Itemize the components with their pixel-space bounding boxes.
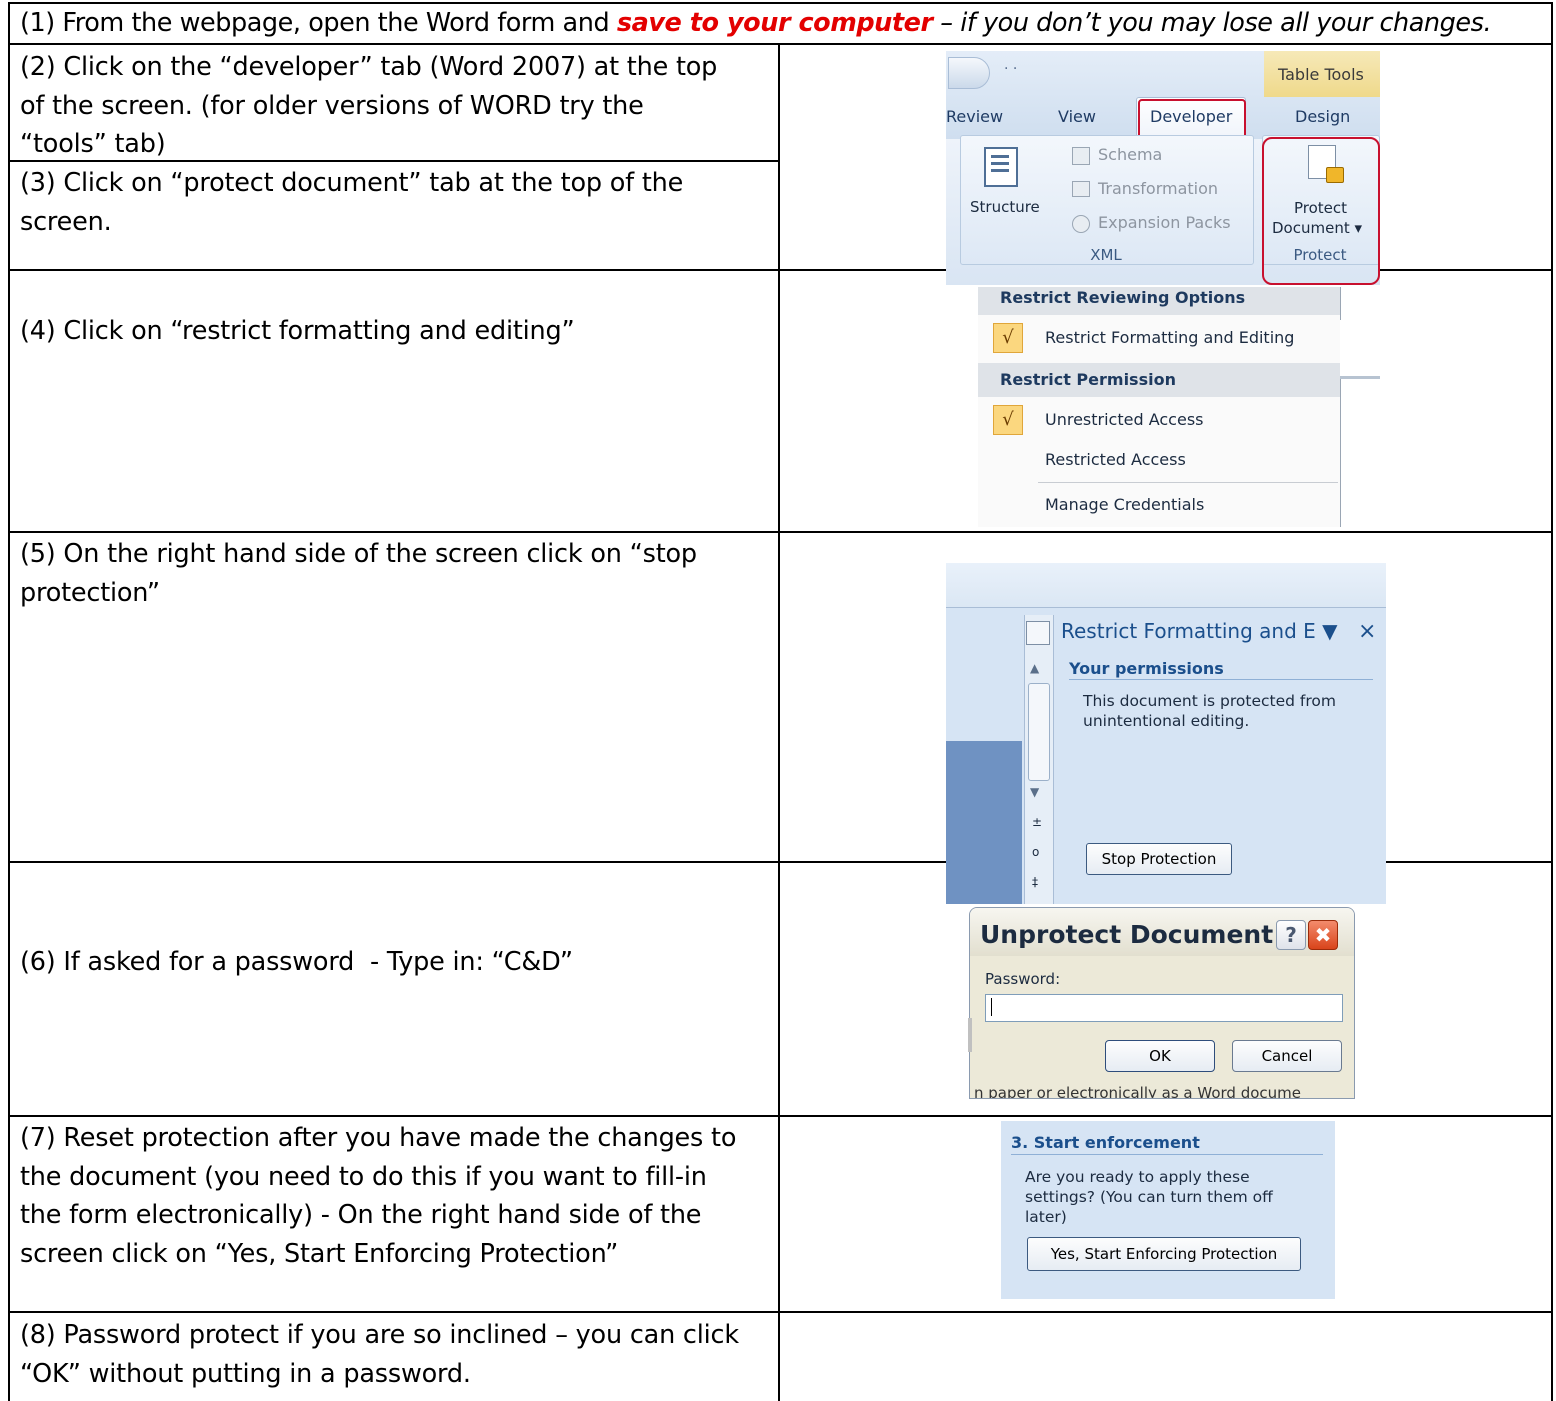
permissions-underline: [1069, 679, 1373, 680]
step-2-line: (2) Click on the “developer” tab (Word 2…: [20, 52, 718, 82]
scroll-up-arrow-icon[interactable]: ▲: [1030, 661, 1039, 675]
background-document-text: n paper or electronically as a Word docu…: [974, 1084, 1301, 1099]
table-tools-label: Table Tools: [1278, 65, 1364, 84]
stop-protection-button[interactable]: Stop Protection: [1086, 843, 1232, 875]
transformation-item[interactable]: Transformation: [1098, 179, 1218, 198]
your-permissions-heading: Your permissions: [1069, 659, 1224, 678]
document-area: [946, 741, 1022, 904]
task-pane-title: Restrict Formatting and E ▼: [1061, 619, 1338, 643]
manage-credentials-item[interactable]: Manage Credentials: [1045, 495, 1204, 514]
schema-item[interactable]: Schema: [1098, 145, 1162, 164]
transformation-icon: [1072, 181, 1090, 197]
unprotect-dialog-screenshot: Unprotect Document ? ✖ Password: OK Canc…: [969, 907, 1355, 1099]
structure-icon-lines: [991, 155, 1009, 175]
start-enforcement-heading: 3. Start enforcement: [1011, 1133, 1200, 1152]
protect-document-highlight: [1262, 137, 1380, 285]
step-7-line: (7) Reset protection after you have made…: [20, 1123, 737, 1153]
step-3-line: screen.: [20, 206, 112, 237]
enforcement-text-line: settings? (You can turn them off: [1025, 1188, 1273, 1206]
checkmark-icon: √: [993, 405, 1023, 435]
step-4-line: (4) Click on “restrict formatting and ed…: [20, 316, 575, 346]
enforcement-text-line: Are you ready to apply these: [1025, 1168, 1250, 1186]
start-enforcement-screenshot: 3. Start enforcement Are you ready to ap…: [1001, 1121, 1335, 1299]
step-6-text: (6) If asked for a password - Type in: “…: [20, 866, 573, 1020]
expansion-packs-icon: [1072, 215, 1090, 233]
restrict-formatting-item[interactable]: Restrict Formatting and Editing: [1045, 328, 1294, 347]
scroll-down-arrow-icon[interactable]: ▼: [1030, 785, 1039, 799]
step-2-line: “tools” tab): [20, 129, 166, 159]
dialog-shadow-mark: [968, 1018, 972, 1052]
quick-access-icon: [948, 57, 990, 89]
step-7-line: the document (you need to do this if you…: [20, 1161, 707, 1192]
table-column-divider: [778, 43, 780, 1401]
enforcement-underline: [1011, 1154, 1323, 1155]
step-1-prefix: (1) From the webpage, open the Word form…: [20, 8, 617, 38]
step-5-text: (5) On the right hand side of the screen…: [20, 535, 697, 612]
select-browse-object-icon[interactable]: o: [1032, 845, 1039, 859]
step-2-text: (2) Click on the “developer” tab (Word 2…: [20, 48, 717, 164]
unrestricted-access-item[interactable]: Unrestricted Access: [1045, 410, 1203, 429]
pane-toggle-icon[interactable]: [1026, 621, 1050, 645]
tab-view[interactable]: View: [1058, 107, 1096, 126]
permissions-text-line: This document is protected from: [1083, 692, 1336, 710]
restricted-access-item[interactable]: Restricted Access: [1045, 450, 1186, 469]
menu-separator: [1038, 482, 1338, 483]
scrollbar-thumb[interactable]: [1028, 683, 1050, 781]
step-6-line: (6) If asked for a password - Type in: “…: [20, 947, 573, 977]
expansion-packs-item[interactable]: Expansion Packs: [1098, 213, 1231, 232]
step-1-suffix: – if you don’t you may lose all your cha…: [932, 8, 1492, 38]
table-row-divider: [8, 43, 1553, 45]
step-7-text: (7) Reset protection after you have made…: [20, 1119, 736, 1273]
step-8-line: (8) Password protect if you are so incli…: [20, 1320, 739, 1350]
password-label: Password:: [985, 970, 1061, 988]
step-5-line: (5) On the right hand side of the screen…: [20, 539, 697, 569]
tab-developer-label[interactable]: Developer: [1150, 107, 1232, 126]
restrict-reviewing-header: Restrict Reviewing Options: [978, 287, 1340, 315]
checkmark-icon: √: [993, 323, 1023, 353]
step-8-line: “OK” without putting in a password.: [20, 1358, 471, 1389]
restrict-permission-header: Restrict Permission: [978, 363, 1340, 397]
schema-icon: [1072, 147, 1090, 165]
menu-background-strip: [1340, 320, 1380, 379]
save-to-computer-emphasis: save to your computer: [616, 8, 933, 38]
step-2-line: of the screen. (for older versions of WO…: [20, 90, 644, 121]
step-3-text: (3) Click on “protect document” tab at t…: [20, 164, 683, 241]
stop-protection-screenshot: ▲ ▼ ± o ‡ Restrict Formatting and E ▼ × …: [946, 563, 1386, 904]
restrict-menu-screenshot: Restrict Reviewing Options √ Restrict Fo…: [978, 287, 1341, 527]
start-enforcing-protection-button[interactable]: Yes, Start Enforcing Protection: [1027, 1237, 1301, 1271]
password-input[interactable]: [985, 994, 1343, 1022]
step-5-line: protection”: [20, 577, 160, 608]
ok-button[interactable]: OK: [1105, 1040, 1215, 1072]
step-4-text: (4) Click on “restrict formatting and ed…: [20, 312, 575, 351]
help-icon[interactable]: ?: [1276, 920, 1306, 950]
structure-label[interactable]: Structure: [970, 198, 1040, 216]
permissions-text-line: unintentional editing.: [1083, 712, 1250, 730]
dialog-title: Unprotect Document: [980, 920, 1274, 949]
tab-design[interactable]: Design: [1295, 107, 1350, 126]
table-border-left: [8, 2, 10, 1401]
close-icon[interactable]: ×: [1358, 619, 1376, 644]
step-8-text: (8) Password protect if you are so incli…: [20, 1316, 739, 1393]
text-cursor: [991, 998, 992, 1016]
step-1-text: (1) From the webpage, open the Word form…: [20, 4, 1492, 43]
prev-page-icon[interactable]: ±: [1032, 815, 1042, 829]
next-page-icon[interactable]: ‡: [1032, 875, 1038, 889]
step-7-line: screen click on “Yes, Start Enforcing Pr…: [20, 1238, 619, 1269]
tab-review[interactable]: Review: [946, 107, 1003, 126]
xml-group-label: XML: [1090, 246, 1122, 264]
step-7-line: the form electronically) - On the right …: [20, 1200, 702, 1230]
step-3-line: (3) Click on “protect document” tab at t…: [20, 168, 684, 198]
table-border-right: [1551, 2, 1553, 1401]
ribbon-screenshot: · · Table Tools Review View Developer De…: [946, 51, 1380, 285]
enforcement-text-line: later): [1025, 1208, 1067, 1226]
cancel-button[interactable]: Cancel: [1232, 1040, 1342, 1072]
window-top-strip: [946, 563, 1386, 608]
table-row-divider: [8, 1115, 1553, 1117]
table-row-divider: [8, 531, 1553, 533]
quick-access-dots: · ·: [1004, 61, 1018, 77]
table-row-divider: [8, 1311, 1553, 1313]
close-icon[interactable]: ✖: [1308, 920, 1338, 950]
